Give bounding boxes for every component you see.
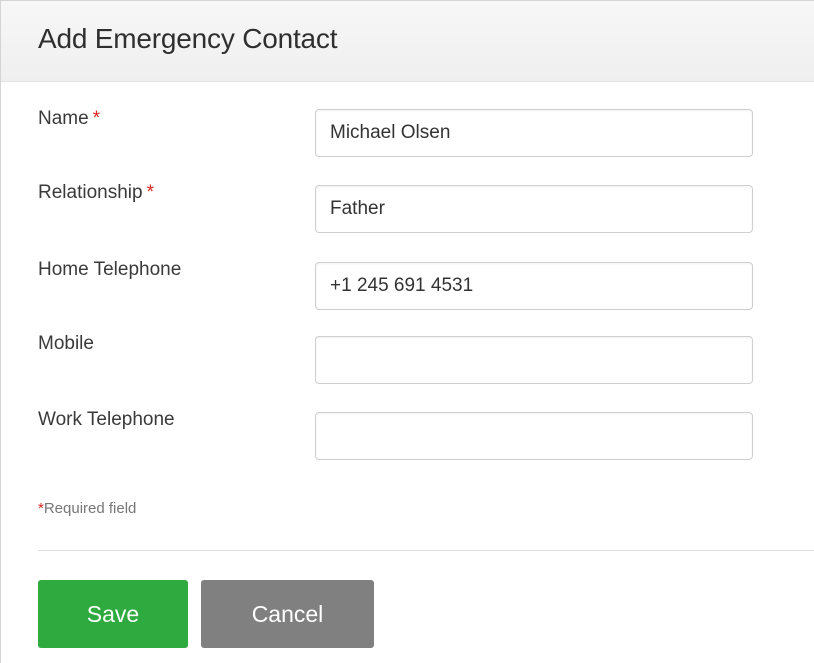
required-field-note: *Required field [38,500,136,517]
home-telephone-label: Home Telephone [38,259,185,281]
name-label-text: Name [38,108,89,129]
relationship-label: Relationship * [38,182,154,204]
emergency-contact-dialog: Add Emergency Contact Name* Relationship… [0,0,814,663]
mobile-label: Mobile [38,333,98,355]
work-telephone-input[interactable] [315,412,753,460]
dialog-title: Add Emergency Contact [38,23,338,54]
relationship-input[interactable] [315,185,753,233]
name-label: Name * [38,108,100,130]
home-telephone-input[interactable] [315,262,753,310]
save-button[interactable]: Save [38,580,188,648]
name-input[interactable] [315,109,753,157]
dialog-header: Add Emergency Contact [1,0,814,82]
cancel-button[interactable]: Cancel [201,580,374,648]
form-divider [38,550,814,551]
mobile-input[interactable] [315,336,753,384]
mobile-label-text: Mobile [38,333,94,354]
required-note-text: Required field [43,500,137,517]
required-asterisk: * [92,108,101,129]
required-asterisk: * [146,182,154,203]
work-telephone-label-text: Work Telephone [38,409,175,430]
work-telephone-label: Work Telephone [38,409,179,431]
home-telephone-label-text: Home Telephone [38,259,182,280]
relationship-label-text: Relationship [38,182,143,203]
